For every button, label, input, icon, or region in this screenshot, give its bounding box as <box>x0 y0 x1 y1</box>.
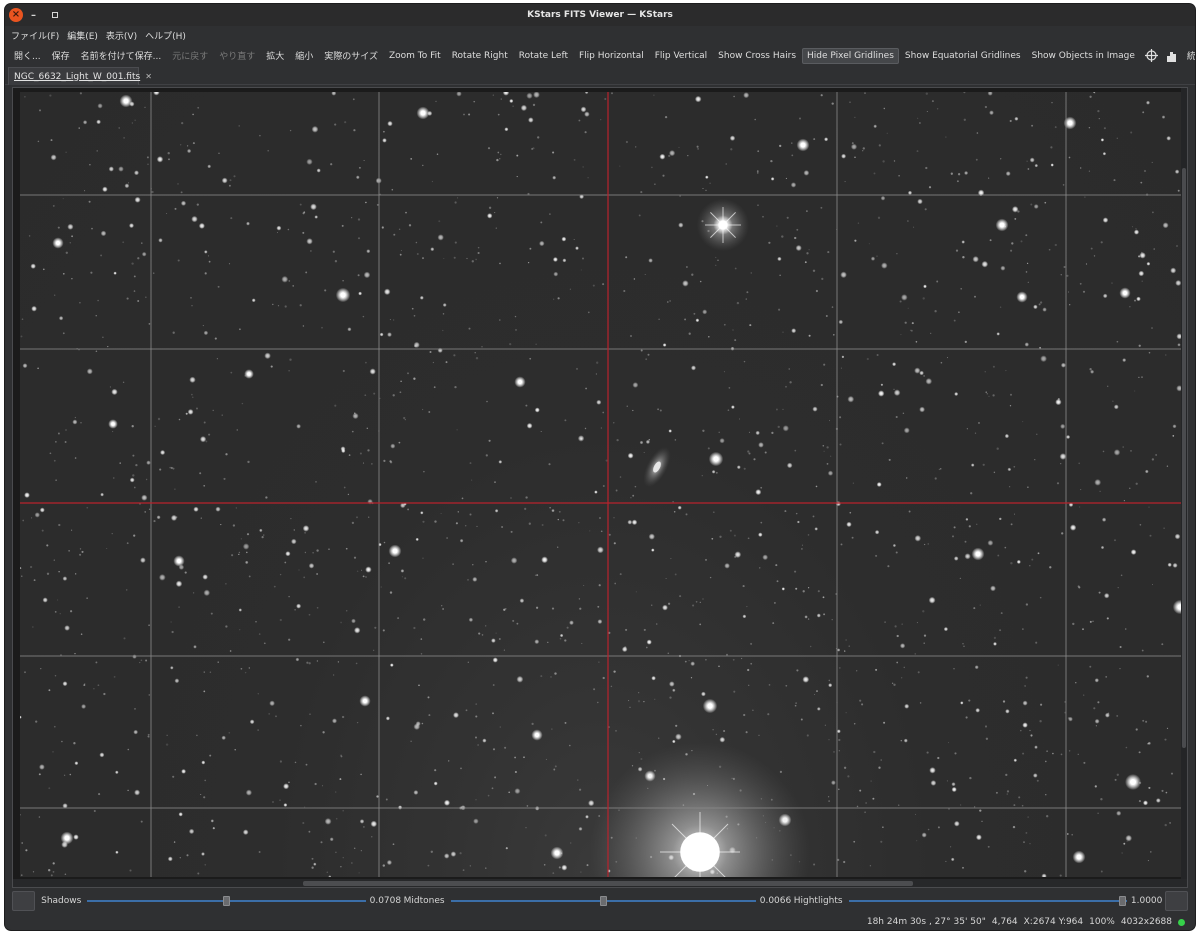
tab-fits-file[interactable]: NGC_6632_Light_W_001.fits ✕ <box>8 67 152 85</box>
close-window-icon[interactable]: × <box>9 8 23 22</box>
show-equatorial-gridlines-button[interactable]: Show Equatorial Gridlines <box>900 48 1026 64</box>
highlights-label: Hightlights <box>793 896 843 906</box>
shadows-label: Shadows <box>41 896 82 906</box>
status-led-icon <box>1178 918 1185 926</box>
maximize-window-icon[interactable] <box>52 4 60 26</box>
menu-help[interactable]: ヘルプ(H) <box>145 29 186 42</box>
zoom-in-button[interactable]: 拡大 <box>261 46 289 65</box>
midtones-slider-handle[interactable] <box>599 896 607 906</box>
rotate-right-button[interactable]: Rotate Right <box>447 48 513 64</box>
redo-button[interactable]: やり直す <box>214 46 260 65</box>
vertical-scrollbar[interactable] <box>1181 88 1187 881</box>
show-objects-button[interactable]: Show Objects in Image <box>1027 48 1140 64</box>
midtones-value: 0.0066 <box>759 896 792 906</box>
highlights-slider-handle[interactable] <box>1118 896 1126 906</box>
undo-button[interactable]: 元に戻す <box>167 46 213 65</box>
status-zoom: 100% <box>1089 917 1115 927</box>
minimize-window-icon[interactable]: – <box>31 4 41 26</box>
menu-bar: ファイル(F) 編集(E) 表示(V) ヘルプ(H) <box>5 26 1195 45</box>
toolbar: 開く... 保存 名前を付けて保存... 元に戻す やり直す 拡大 縮小 実際のサイズ Zoom… <box>5 45 1195 66</box>
flip-vertical-button[interactable]: Flip Vertical <box>650 48 712 64</box>
title-bar: × – KStars FITS Viewer — KStars <box>5 4 1195 26</box>
show-cross-hairs-button[interactable]: Show Cross Hairs <box>713 48 801 64</box>
status-ra-dec: 18h 24m 30s , 27° 35' 50" <box>866 917 986 927</box>
histogram-icon[interactable] <box>1162 50 1182 62</box>
tab-close-icon[interactable]: ✕ <box>145 72 152 81</box>
midtones-label: Midtones <box>403 896 445 906</box>
hide-pixel-gridlines-button[interactable]: Hide Pixel Gridlines <box>802 47 899 64</box>
midtones-slider[interactable] <box>450 891 756 911</box>
status-xy: X:2674 Y:964 <box>1023 917 1084 927</box>
actual-size-button[interactable]: 実際のサイズ <box>319 46 383 65</box>
flip-horizontal-button[interactable]: Flip Horizontal <box>574 48 649 64</box>
statistics-button[interactable]: 統計 <box>1182 46 1195 65</box>
window-title: KStars FITS Viewer — KStars <box>527 10 673 20</box>
status-bar: 18h 24m 30s , 27° 35' 50" 4,764 X:2674 Y… <box>5 914 1195 930</box>
menu-file[interactable]: ファイル(F) <box>11 29 59 42</box>
menu-edit[interactable]: 編集(E) <box>67 29 98 42</box>
star-field-image[interactable] <box>20 92 1187 877</box>
status-pixel-value: 4,764 <box>991 917 1018 927</box>
tab-bar: NGC_6632_Light_W_001.fits ✕ <box>5 66 1195 85</box>
zoom-out-button[interactable]: 縮小 <box>290 46 318 65</box>
save-as-button[interactable]: 名前を付けて保存... <box>76 46 167 65</box>
star-field-canvas <box>20 92 1187 877</box>
fits-image-viewer[interactable] <box>12 87 1188 888</box>
menu-view[interactable]: 表示(V) <box>106 29 137 42</box>
save-button[interactable]: 保存 <box>47 46 75 65</box>
zoom-to-fit-button[interactable]: Zoom To Fit <box>384 48 446 64</box>
stretch-reset-button[interactable] <box>1164 891 1188 911</box>
shadows-value: 0.0708 <box>369 896 402 906</box>
rotate-left-button[interactable]: Rotate Left <box>514 48 573 64</box>
highlights-value: 1.0000 <box>1130 896 1163 906</box>
open-button[interactable]: 開く... <box>9 46 46 65</box>
shadows-slider[interactable] <box>87 891 366 911</box>
horizontal-scrollbar[interactable] <box>13 879 1187 887</box>
crosshair-target-icon[interactable] <box>1141 49 1162 62</box>
status-image-size: 4032x2688 <box>1120 917 1172 927</box>
tab-label: NGC_6632_Light_W_001.fits <box>14 71 141 82</box>
shadows-slider-handle[interactable] <box>223 896 231 906</box>
highlights-slider[interactable] <box>848 891 1127 911</box>
stretch-bar: Shadows 0.0708 Midtones 0.0066 Hightligh… <box>12 890 1188 912</box>
app-window: × – KStars FITS Viewer — KStars ファイル(F) … <box>5 4 1195 930</box>
auto-stretch-button[interactable] <box>12 891 36 911</box>
